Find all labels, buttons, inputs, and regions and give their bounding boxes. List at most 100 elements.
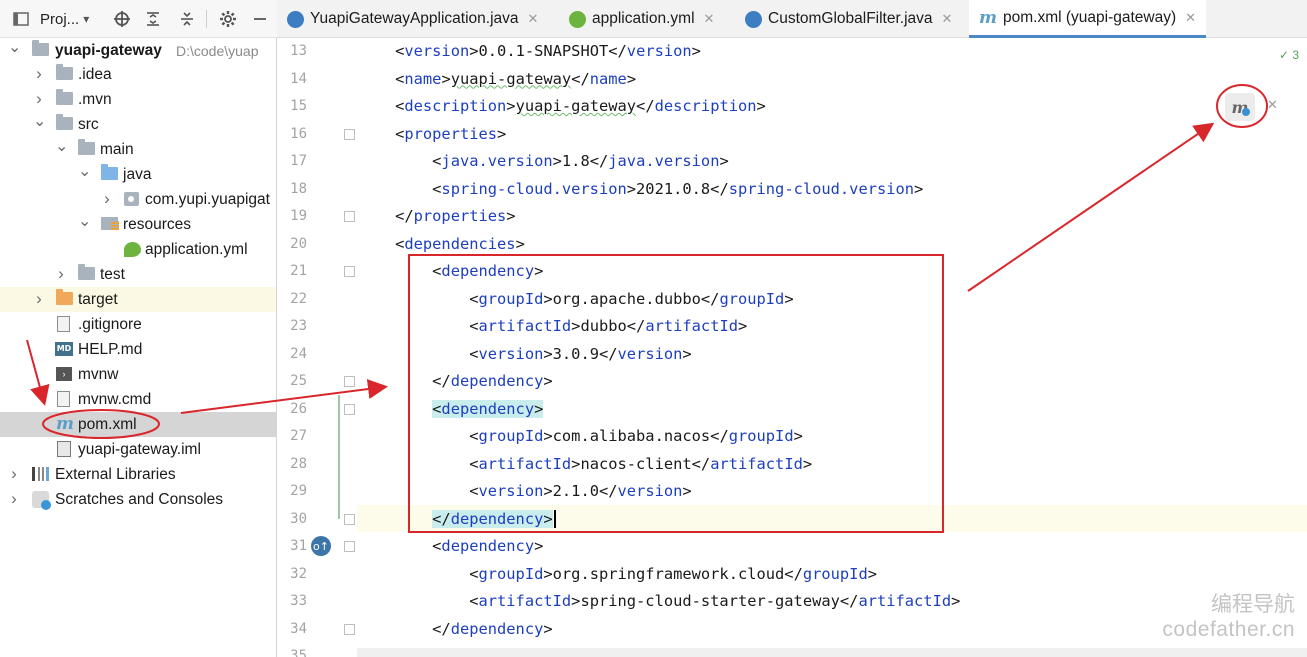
tree-item-application-yml[interactable]: application.yml [0, 237, 276, 262]
tree-item-label: Scratches and Consoles [55, 490, 224, 508]
close-icon[interactable]: ✕ [528, 11, 539, 27]
chevron-down-icon[interactable]: ⌄ [55, 137, 68, 156]
chevron-down-icon[interactable]: ⌄ [78, 212, 91, 231]
libraries-icon [32, 467, 49, 481]
tree-item-label: mvnw.cmd [78, 390, 152, 408]
chevron-down-icon[interactable]: ⌄ [33, 112, 46, 131]
chevron-right-icon[interactable]: › [8, 464, 20, 484]
fold-marker-icon[interactable] [344, 403, 355, 415]
code-line: </dependency> [432, 619, 553, 638]
toolbar-divider [206, 10, 207, 28]
tree-item-label: HELP.md [78, 340, 143, 358]
chevron-right-icon[interactable]: › [8, 489, 20, 509]
project-view-icon[interactable] [10, 8, 32, 30]
tree-item-path: D:\code\yuap [176, 42, 259, 59]
tree-item-label: .gitignore [78, 315, 142, 333]
chevron-right-icon[interactable]: › [101, 189, 113, 209]
spring-config-icon [124, 242, 141, 257]
chevron-right-icon[interactable]: › [55, 264, 67, 284]
folder-icon [78, 139, 95, 155]
editor-gutter: o↑ 13 14 15 16 17 18 19 20 21 22 23 24 25 26 27 28 29 30 3… [277, 38, 357, 657]
chevron-right-icon[interactable]: › [33, 64, 45, 84]
tab-application-yml[interactable]: application.yml ✕ [569, 0, 714, 38]
tree-item-com-yupi-yuapigat[interactable]: › com.yupi.yuapigat [0, 187, 276, 212]
inspection-widget[interactable]: ✓ 3 [1279, 48, 1299, 62]
spring-config-icon [569, 10, 586, 28]
chevron-right-icon[interactable]: › [33, 89, 45, 109]
tree-item-test[interactable]: › test [0, 262, 276, 287]
line-number: 13 [290, 43, 307, 59]
tree-item-mvn[interactable]: › .mvn [0, 87, 276, 112]
folder-icon [78, 264, 95, 280]
tab-pom-xml[interactable]: m pom.xml (yuapi-gateway) ✕ [969, 0, 1207, 38]
line-number: 22 [290, 290, 307, 307]
code-editor[interactable]: o↑ 13 14 15 16 17 18 19 20 21 22 23 24 25 26 27 28 29 30 3… [277, 38, 1307, 657]
fold-marker-icon[interactable] [344, 128, 355, 140]
fold-marker-icon[interactable] [344, 623, 355, 635]
package-icon [124, 192, 139, 206]
line-number: 34 [290, 620, 307, 637]
tab-label: CustomGlobalFilter.java [768, 10, 933, 27]
gear-icon[interactable] [217, 8, 239, 30]
line-number: 14 [290, 70, 307, 87]
fold-marker-icon[interactable] [344, 513, 355, 525]
fold-marker-icon[interactable] [344, 211, 355, 222]
tree-item-label: yuapi-gateway [55, 41, 162, 59]
tree-item-gitignore[interactable]: .gitignore [0, 312, 276, 337]
chevron-right-icon[interactable]: › [33, 289, 45, 309]
tree-item-resources[interactable]: ⌄ resources [0, 212, 276, 237]
chevron-down-icon[interactable]: ⌄ [78, 162, 91, 181]
fold-marker-icon[interactable] [344, 266, 355, 277]
tree-item-external-libraries[interactable]: › External Libraries [0, 462, 276, 487]
tab-custom-global-filter[interactable]: CustomGlobalFilter.java ✕ [745, 0, 952, 38]
fold-marker-icon[interactable] [344, 376, 355, 387]
code-line: <version>2.1.0</version> [469, 482, 692, 500]
close-icon[interactable]: ✕ [942, 11, 953, 27]
watermark: 编程导航 codefather.cn [1162, 588, 1295, 642]
line-number: 16 [290, 125, 307, 142]
close-icon[interactable]: ✕ [1267, 95, 1281, 117]
collapse-all-icon[interactable] [176, 8, 198, 30]
code-line: <dependency> [432, 537, 544, 555]
project-view-dropdown[interactable]: Proj... ▾ [40, 8, 89, 30]
excluded-folder-icon [56, 289, 73, 305]
tree-item-idea[interactable]: › .idea [0, 62, 276, 87]
line-number: 26 [290, 400, 307, 417]
chevron-down-icon[interactable]: ⌄ [8, 38, 21, 57]
folder-icon [56, 114, 73, 130]
maven-reload-button[interactable]: m [1225, 93, 1255, 121]
scratches-icon [32, 491, 51, 510]
tab-yuapi-gateway-application[interactable]: YuapiGatewayApplication.java ✕ [287, 0, 538, 38]
line-number: 21 [290, 263, 307, 279]
line-number: 27 [290, 428, 307, 444]
fold-marker-icon[interactable] [344, 541, 355, 552]
tree-item-label: target [78, 290, 118, 308]
tree-item-yuapi-gateway-iml[interactable]: yuapi-gateway.iml [0, 437, 276, 462]
tree-item-src[interactable]: ⌄ src [0, 112, 276, 137]
implement-marker-icon[interactable]: o↑ [311, 536, 331, 556]
tree-item-mvnw-cmd[interactable]: mvnw.cmd [0, 387, 276, 412]
minimize-icon[interactable] [249, 8, 271, 30]
tree-item-label: resources [123, 215, 192, 233]
tree-item-main[interactable]: ⌄ main [0, 137, 276, 162]
tree-item-label: pom.xml [78, 415, 137, 433]
tree-item-yuapi-gateway[interactable]: ⌄ yuapi-gateway D:\code\yuap [0, 38, 276, 63]
locate-file-icon[interactable] [111, 8, 133, 30]
tree-item-help-md[interactable]: MD HELP.md [0, 337, 276, 362]
close-icon[interactable]: ✕ [704, 11, 715, 27]
tree-item-mvnw[interactable]: › mvnw [0, 362, 276, 387]
line-number: 23 [290, 318, 307, 334]
code-line: <dependency> [432, 399, 544, 418]
tree-item-java[interactable]: ⌄ java [0, 162, 276, 187]
close-icon[interactable]: ✕ [1185, 10, 1196, 26]
code-line: <groupId>com.alibaba.nacos</groupId> [469, 427, 803, 445]
folder-icon [56, 89, 73, 105]
tree-item-scratches-and-consoles[interactable]: › Scratches and Consoles [0, 487, 276, 512]
tree-item-pom-xml[interactable]: m pom.xml [0, 412, 276, 437]
horizontal-scrollbar[interactable] [357, 648, 1307, 657]
tree-item-target[interactable]: › target [0, 287, 276, 312]
code-line: <artifactId>dubbo</artifactId> [469, 317, 748, 335]
code-line: <groupId>org.springframework.cloud</grou… [469, 564, 877, 583]
code-line: <spring-cloud.version>2021.0.8</spring-c… [432, 179, 924, 198]
expand-all-icon[interactable] [142, 8, 164, 30]
